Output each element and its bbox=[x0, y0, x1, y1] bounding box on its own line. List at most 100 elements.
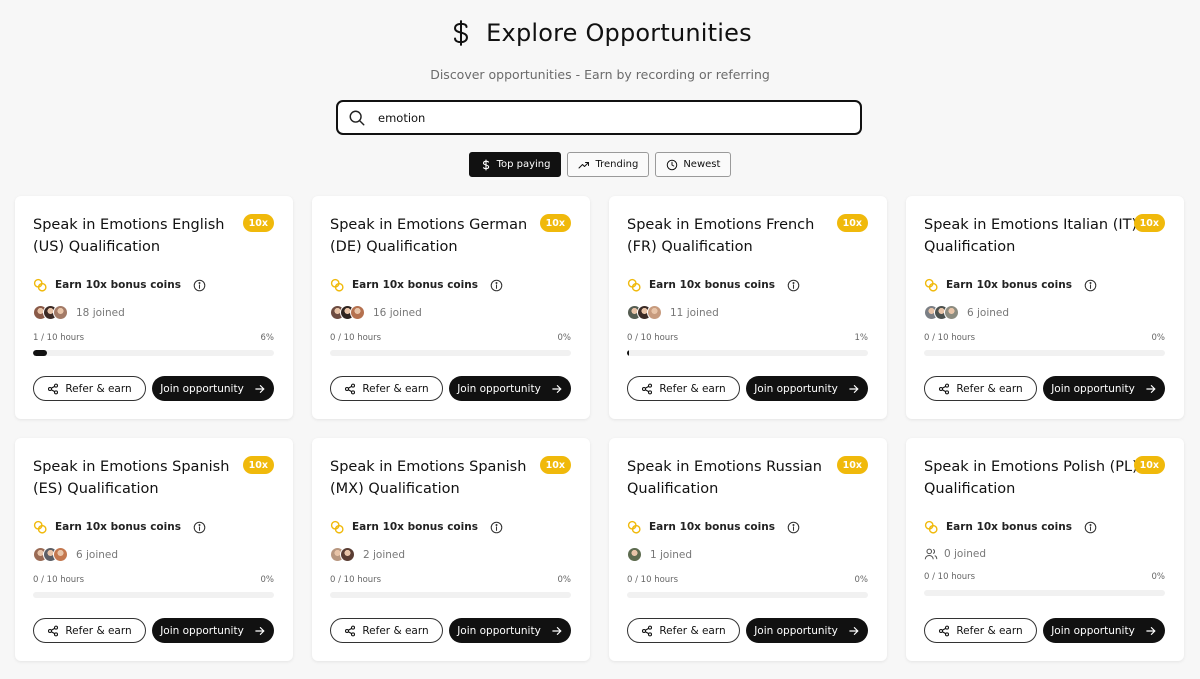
opportunity-card: Speak in Emotions Polish (PL) Qualificat… bbox=[906, 438, 1184, 661]
search-input[interactable] bbox=[378, 110, 838, 125]
info-icon[interactable] bbox=[1084, 521, 1097, 534]
progress-bar bbox=[330, 350, 571, 356]
bonus-row: Earn 10x bonus coins bbox=[330, 520, 503, 534]
clock-icon bbox=[667, 159, 678, 170]
refer-button[interactable]: Refer & earn bbox=[924, 376, 1037, 401]
info-icon[interactable] bbox=[193, 279, 206, 292]
avatar-group bbox=[627, 305, 662, 320]
filter-label: Newest bbox=[683, 159, 721, 170]
joined-count: 2 joined bbox=[363, 548, 406, 561]
card-title[interactable]: Speak in Emotions French (FR) Qualificat… bbox=[627, 214, 842, 258]
filter-top-paying[interactable]: Top paying bbox=[468, 152, 562, 177]
refer-button[interactable]: Refer & earn bbox=[330, 376, 443, 401]
refer-button[interactable]: Refer & earn bbox=[33, 376, 146, 401]
card-title[interactable]: Speak in Emotions Russian Qualification bbox=[627, 456, 842, 500]
search-icon bbox=[349, 110, 365, 125]
avatar bbox=[350, 305, 365, 320]
share-icon bbox=[345, 625, 356, 636]
arrow-right-icon bbox=[255, 384, 265, 393]
joined-count: 0 joined bbox=[944, 548, 987, 560]
join-label: Join opportunity bbox=[1051, 382, 1135, 395]
refer-button[interactable]: Refer & earn bbox=[627, 376, 740, 401]
card-title[interactable]: Speak in Emotions Spanish (ES) Qualifica… bbox=[33, 456, 248, 500]
hours-row: 0 / 10 hours 1% bbox=[627, 333, 868, 343]
progress-bar bbox=[33, 350, 274, 356]
join-button[interactable]: Join opportunity bbox=[152, 618, 274, 643]
bonus-label: Earn 10x bonus coins bbox=[352, 521, 478, 533]
bonus-label: Earn 10x bonus coins bbox=[55, 279, 181, 291]
progress-bar bbox=[627, 592, 868, 598]
search-box[interactable] bbox=[336, 100, 862, 135]
hours-row: 0 / 10 hours 0% bbox=[330, 333, 571, 343]
hours-row: 0 / 10 hours 0% bbox=[924, 333, 1165, 343]
bonus-badge: 10x bbox=[242, 214, 274, 232]
bonus-badge: 10x bbox=[1133, 214, 1165, 232]
card-actions: Refer & earn Join opportunity bbox=[924, 618, 1165, 643]
refer-button[interactable]: Refer & earn bbox=[33, 618, 146, 643]
hours-progress-text: 0 / 10 hours bbox=[33, 575, 85, 585]
progress-fill bbox=[33, 350, 48, 356]
avatar bbox=[944, 305, 959, 320]
info-icon[interactable] bbox=[193, 521, 206, 534]
refer-label: Refer & earn bbox=[956, 624, 1023, 637]
card-title[interactable]: Speak in Emotions Spanish (MX) Qualifica… bbox=[330, 456, 545, 500]
refer-label: Refer & earn bbox=[65, 382, 132, 395]
info-icon[interactable] bbox=[1084, 279, 1097, 292]
join-button[interactable]: Join opportunity bbox=[152, 376, 274, 401]
percent-text: 0% bbox=[260, 575, 275, 585]
card-title[interactable]: Speak in Emotions Polish (PL) Qualificat… bbox=[924, 456, 1139, 500]
refer-button[interactable]: Refer & earn bbox=[627, 618, 740, 643]
card-title[interactable]: Speak in Emotions Italian (IT) Qualifica… bbox=[924, 214, 1139, 258]
trending-up-icon bbox=[578, 161, 590, 168]
join-button[interactable]: Join opportunity bbox=[1043, 618, 1165, 643]
join-button[interactable]: Join opportunity bbox=[746, 618, 868, 643]
joined-count: 18 joined bbox=[76, 306, 125, 319]
title-row: Explore Opportunities bbox=[448, 16, 752, 50]
card-title[interactable]: Speak in Emotions German (DE) Qualificat… bbox=[330, 214, 545, 258]
join-label: Join opportunity bbox=[160, 624, 244, 637]
card-actions: Refer & earn Join opportunity bbox=[627, 618, 868, 643]
joined-count: 1 joined bbox=[650, 548, 693, 561]
bonus-badge: 10x bbox=[836, 214, 868, 232]
bonus-row: Earn 10x bonus coins bbox=[330, 278, 503, 292]
arrow-right-icon bbox=[849, 384, 859, 393]
info-icon[interactable] bbox=[787, 279, 800, 292]
info-icon[interactable] bbox=[490, 279, 503, 292]
join-button[interactable]: Join opportunity bbox=[449, 376, 571, 401]
refer-label: Refer & earn bbox=[659, 382, 726, 395]
opportunity-card: Speak in Emotions German (DE) Qualificat… bbox=[312, 196, 590, 419]
bonus-row: Earn 10x bonus coins bbox=[924, 520, 1097, 534]
bonus-badge: 10x bbox=[836, 456, 868, 474]
filter-newest[interactable]: Newest bbox=[655, 152, 732, 177]
info-icon[interactable] bbox=[490, 521, 503, 534]
info-icon[interactable] bbox=[787, 521, 800, 534]
percent-text: 0% bbox=[854, 575, 869, 585]
avatar-group bbox=[330, 547, 355, 562]
refer-button[interactable]: Refer & earn bbox=[924, 618, 1037, 643]
progress-bar bbox=[33, 592, 274, 598]
card-actions: Refer & earn Join opportunity bbox=[330, 376, 571, 401]
card-title[interactable]: Speak in Emotions English (US) Qualifica… bbox=[33, 214, 248, 258]
hours-progress-text: 0 / 10 hours bbox=[330, 333, 382, 343]
hours-progress-text: 1 / 10 hours bbox=[33, 333, 85, 343]
avatar bbox=[53, 305, 68, 320]
hours-row: 0 / 10 hours 0% bbox=[627, 575, 868, 585]
bonus-row: Earn 10x bonus coins bbox=[924, 278, 1097, 292]
card-actions: Refer & earn Join opportunity bbox=[627, 376, 868, 401]
join-button[interactable]: Join opportunity bbox=[449, 618, 571, 643]
joined-count: 6 joined bbox=[967, 306, 1010, 319]
join-button[interactable]: Join opportunity bbox=[746, 376, 868, 401]
opportunity-card: Speak in Emotions Spanish (ES) Qualifica… bbox=[15, 438, 293, 661]
join-label: Join opportunity bbox=[1051, 624, 1135, 637]
join-button[interactable]: Join opportunity bbox=[1043, 376, 1165, 401]
avatar bbox=[53, 547, 68, 562]
hours-progress-text: 0 / 10 hours bbox=[924, 333, 976, 343]
avatar-group bbox=[33, 547, 68, 562]
progress-bar bbox=[924, 350, 1165, 356]
refer-button[interactable]: Refer & earn bbox=[330, 618, 443, 643]
bonus-badge: 10x bbox=[539, 456, 571, 474]
bonus-row: Earn 10x bonus coins bbox=[33, 278, 206, 292]
filter-trending[interactable]: Trending bbox=[567, 152, 650, 177]
bonus-label: Earn 10x bonus coins bbox=[55, 521, 181, 533]
joined-row: 16 joined bbox=[330, 305, 422, 320]
